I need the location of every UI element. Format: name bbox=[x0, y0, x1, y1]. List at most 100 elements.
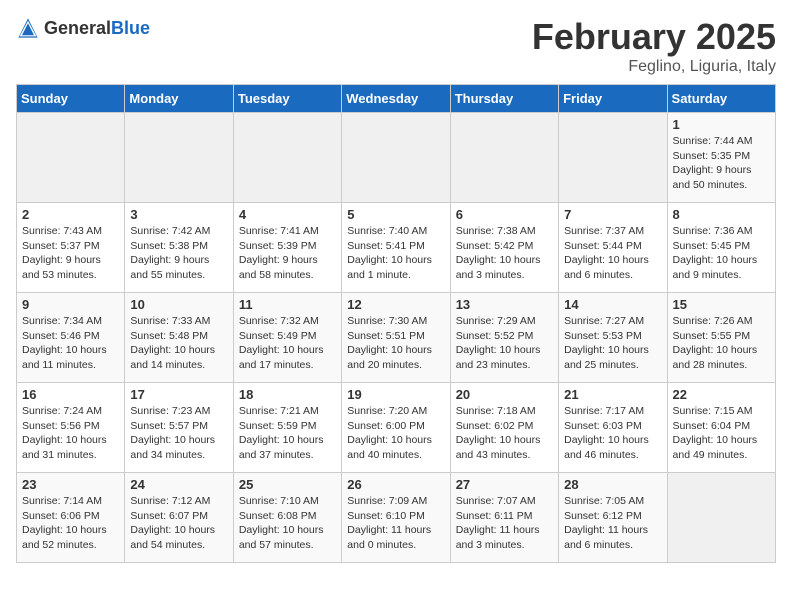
day-number: 27 bbox=[456, 477, 553, 492]
logo-blue: Blue bbox=[111, 18, 150, 38]
day-number: 24 bbox=[130, 477, 227, 492]
title-area: February 2025 Feglino, Liguria, Italy bbox=[532, 16, 776, 76]
day-number: 13 bbox=[456, 297, 553, 312]
day-number: 4 bbox=[239, 207, 336, 222]
day-info: Sunrise: 7:42 AM Sunset: 5:38 PM Dayligh… bbox=[130, 224, 227, 283]
day-number: 17 bbox=[130, 387, 227, 402]
day-info: Sunrise: 7:20 AM Sunset: 6:00 PM Dayligh… bbox=[347, 404, 444, 463]
day-number: 19 bbox=[347, 387, 444, 402]
day-cell bbox=[233, 113, 341, 203]
day-cell: 14 Sunrise: 7:27 AM Sunset: 5:53 PM Dayli… bbox=[559, 293, 667, 383]
day-number: 14 bbox=[564, 297, 661, 312]
month-title: February 2025 bbox=[532, 16, 776, 58]
day-cell: 23Sunrise: 7:14 AM Sunset: 6:06 PM Dayli… bbox=[17, 473, 125, 563]
day-number: 2 bbox=[22, 207, 119, 222]
day-number: 16 bbox=[22, 387, 119, 402]
day-info: Sunrise: 7:18 AM Sunset: 6:02 PM Dayligh… bbox=[456, 404, 553, 463]
day-number: 15 bbox=[673, 297, 770, 312]
day-cell: 18 Sunrise: 7:21 AM Sunset: 5:59 PM Dayli… bbox=[233, 383, 341, 473]
day-info: Sunrise: 7:23 AM Sunset: 5:57 PM Dayligh… bbox=[130, 404, 227, 463]
week-row-4: 16 Sunrise: 7:24 AM Sunset: 5:56 PM Dayli… bbox=[17, 383, 776, 473]
day-cell: 9 Sunrise: 7:34 AM Sunset: 5:46 PM Daylig… bbox=[17, 293, 125, 383]
day-number: 21 bbox=[564, 387, 661, 402]
day-number: 7 bbox=[564, 207, 661, 222]
logo: GeneralBlue bbox=[16, 16, 150, 40]
day-number: 25 bbox=[239, 477, 336, 492]
day-cell bbox=[17, 113, 125, 203]
day-number: 10 bbox=[130, 297, 227, 312]
page-header: GeneralBlue February 2025 Feglino, Ligur… bbox=[16, 16, 776, 76]
day-number: 3 bbox=[130, 207, 227, 222]
day-info: Sunrise: 7:21 AM Sunset: 5:59 PM Dayligh… bbox=[239, 404, 336, 463]
day-number: 18 bbox=[239, 387, 336, 402]
day-info: Sunrise: 7:15 AM Sunset: 6:04 PM Dayligh… bbox=[673, 404, 770, 463]
day-info: Sunrise: 7:12 AM Sunset: 6:07 PM Dayligh… bbox=[130, 494, 227, 553]
day-cell: 15 Sunrise: 7:26 AM Sunset: 5:55 PM Dayli… bbox=[667, 293, 775, 383]
day-cell: 17 Sunrise: 7:23 AM Sunset: 5:57 PM Dayli… bbox=[125, 383, 233, 473]
day-number: 23 bbox=[22, 477, 119, 492]
header-row: SundayMondayTuesdayWednesdayThursdayFrid… bbox=[17, 85, 776, 113]
day-cell: 13 Sunrise: 7:29 AM Sunset: 5:52 PM Dayli… bbox=[450, 293, 558, 383]
day-cell: 25 Sunrise: 7:10 AM Sunset: 6:08 PM Dayli… bbox=[233, 473, 341, 563]
day-cell: 28Sunrise: 7:05 AM Sunset: 6:12 PM Dayli… bbox=[559, 473, 667, 563]
day-info: Sunrise: 7:32 AM Sunset: 5:49 PM Dayligh… bbox=[239, 314, 336, 373]
day-info: Sunrise: 7:33 AM Sunset: 5:48 PM Dayligh… bbox=[130, 314, 227, 373]
day-number: 8 bbox=[673, 207, 770, 222]
day-number: 6 bbox=[456, 207, 553, 222]
day-info: Sunrise: 7:30 AM Sunset: 5:51 PM Dayligh… bbox=[347, 314, 444, 373]
day-cell bbox=[450, 113, 558, 203]
day-cell: 11 Sunrise: 7:32 AM Sunset: 5:49 PM Dayli… bbox=[233, 293, 341, 383]
header-cell-tuesday: Tuesday bbox=[233, 85, 341, 113]
header-cell-monday: Monday bbox=[125, 85, 233, 113]
week-row-3: 9 Sunrise: 7:34 AM Sunset: 5:46 PM Daylig… bbox=[17, 293, 776, 383]
day-cell bbox=[125, 113, 233, 203]
day-info: Sunrise: 7:41 AM Sunset: 5:39 PM Dayligh… bbox=[239, 224, 336, 283]
day-info: Sunrise: 7:36 AM Sunset: 5:45 PM Dayligh… bbox=[673, 224, 770, 283]
calendar-table: SundayMondayTuesdayWednesdayThursdayFrid… bbox=[16, 84, 776, 563]
day-cell: 3 Sunrise: 7:42 AM Sunset: 5:38 PM Daylig… bbox=[125, 203, 233, 293]
day-info: Sunrise: 7:09 AM Sunset: 6:10 PM Dayligh… bbox=[347, 494, 444, 553]
day-info: Sunrise: 7:34 AM Sunset: 5:46 PM Dayligh… bbox=[22, 314, 119, 373]
day-cell: 12 Sunrise: 7:30 AM Sunset: 5:51 PM Dayli… bbox=[342, 293, 450, 383]
logo-general: General bbox=[44, 18, 111, 38]
header-cell-friday: Friday bbox=[559, 85, 667, 113]
day-cell: 26Sunrise: 7:09 AM Sunset: 6:10 PM Dayli… bbox=[342, 473, 450, 563]
week-row-1: 1 Sunrise: 7:44 AM Sunset: 5:35 PM Daylig… bbox=[17, 113, 776, 203]
day-info: Sunrise: 7:29 AM Sunset: 5:52 PM Dayligh… bbox=[456, 314, 553, 373]
day-number: 1 bbox=[673, 117, 770, 132]
header-cell-thursday: Thursday bbox=[450, 85, 558, 113]
day-info: Sunrise: 7:40 AM Sunset: 5:41 PM Dayligh… bbox=[347, 224, 444, 283]
day-cell: 2 Sunrise: 7:43 AM Sunset: 5:37 PM Daylig… bbox=[17, 203, 125, 293]
day-number: 5 bbox=[347, 207, 444, 222]
day-info: Sunrise: 7:27 AM Sunset: 5:53 PM Dayligh… bbox=[564, 314, 661, 373]
day-number: 20 bbox=[456, 387, 553, 402]
day-number: 22 bbox=[673, 387, 770, 402]
day-cell: 1 Sunrise: 7:44 AM Sunset: 5:35 PM Daylig… bbox=[667, 113, 775, 203]
day-number: 9 bbox=[22, 297, 119, 312]
day-cell: 10 Sunrise: 7:33 AM Sunset: 5:48 PM Dayli… bbox=[125, 293, 233, 383]
day-number: 12 bbox=[347, 297, 444, 312]
day-cell: 6Sunrise: 7:38 AM Sunset: 5:42 PM Daylig… bbox=[450, 203, 558, 293]
location-subtitle: Feglino, Liguria, Italy bbox=[532, 58, 776, 76]
day-cell: 19 Sunrise: 7:20 AM Sunset: 6:00 PM Dayli… bbox=[342, 383, 450, 473]
day-cell: 27Sunrise: 7:07 AM Sunset: 6:11 PM Dayli… bbox=[450, 473, 558, 563]
week-row-2: 2 Sunrise: 7:43 AM Sunset: 5:37 PM Daylig… bbox=[17, 203, 776, 293]
day-number: 11 bbox=[239, 297, 336, 312]
day-cell bbox=[342, 113, 450, 203]
day-cell: 5 Sunrise: 7:40 AM Sunset: 5:41 PM Daylig… bbox=[342, 203, 450, 293]
day-info: Sunrise: 7:26 AM Sunset: 5:55 PM Dayligh… bbox=[673, 314, 770, 373]
day-cell: 4 Sunrise: 7:41 AM Sunset: 5:39 PM Daylig… bbox=[233, 203, 341, 293]
day-cell: 20 Sunrise: 7:18 AM Sunset: 6:02 PM Dayli… bbox=[450, 383, 558, 473]
day-cell: 7Sunrise: 7:37 AM Sunset: 5:44 PM Daylig… bbox=[559, 203, 667, 293]
day-cell bbox=[559, 113, 667, 203]
day-cell: 8 Sunrise: 7:36 AM Sunset: 5:45 PM Daylig… bbox=[667, 203, 775, 293]
header-cell-wednesday: Wednesday bbox=[342, 85, 450, 113]
day-info: Sunrise: 7:24 AM Sunset: 5:56 PM Dayligh… bbox=[22, 404, 119, 463]
day-cell: 24 Sunrise: 7:12 AM Sunset: 6:07 PM Dayli… bbox=[125, 473, 233, 563]
day-info: Sunrise: 7:10 AM Sunset: 6:08 PM Dayligh… bbox=[239, 494, 336, 553]
day-cell bbox=[667, 473, 775, 563]
day-info: Sunrise: 7:43 AM Sunset: 5:37 PM Dayligh… bbox=[22, 224, 119, 283]
day-cell: 21Sunrise: 7:17 AM Sunset: 6:03 PM Dayli… bbox=[559, 383, 667, 473]
day-info: Sunrise: 7:44 AM Sunset: 5:35 PM Dayligh… bbox=[673, 134, 770, 193]
week-row-5: 23Sunrise: 7:14 AM Sunset: 6:06 PM Dayli… bbox=[17, 473, 776, 563]
